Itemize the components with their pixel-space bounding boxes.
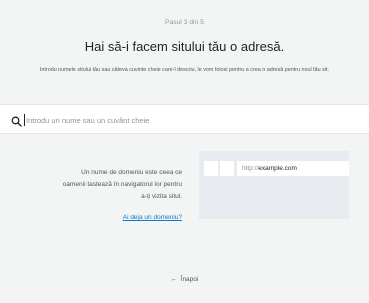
arrow-left-icon: ← (170, 276, 178, 283)
text-cursor (24, 114, 25, 126)
browser-url-bar-illustration: http://example.com (237, 161, 349, 176)
domain-search-bar (0, 104, 369, 134)
page-subtitle: Introdu numele sitului tău sau câteva cu… (39, 67, 330, 73)
browser-back-button-illustration (204, 161, 218, 176)
back-button[interactable]: ← Înapoi (0, 276, 369, 283)
page-title: Hai să-i facem sitului tău o adresă. (84, 39, 285, 54)
domain-explanation: Un nume de domeniu este ceea ce oamenii … (62, 169, 182, 200)
url-domain: example.com (258, 165, 297, 172)
back-button-label: Înapoi (180, 276, 199, 283)
url-protocol: http:// (242, 165, 259, 172)
browser-forward-button-illustration (220, 161, 234, 176)
page-header: Pasul 3 din 5 Hai să-i facem sitului tău… (0, 0, 369, 96)
domain-step-page: Pasul 3 din 5 Hai să-i facem sitului tău… (0, 0, 369, 303)
browser-illustration: http://example.com (199, 151, 349, 219)
search-icon (11, 114, 22, 127)
domain-search-input[interactable] (26, 110, 356, 130)
existing-domain-link[interactable]: Ai deja un domeniu? (62, 214, 182, 221)
step-indicator: Pasul 3 din 5 (165, 19, 204, 26)
